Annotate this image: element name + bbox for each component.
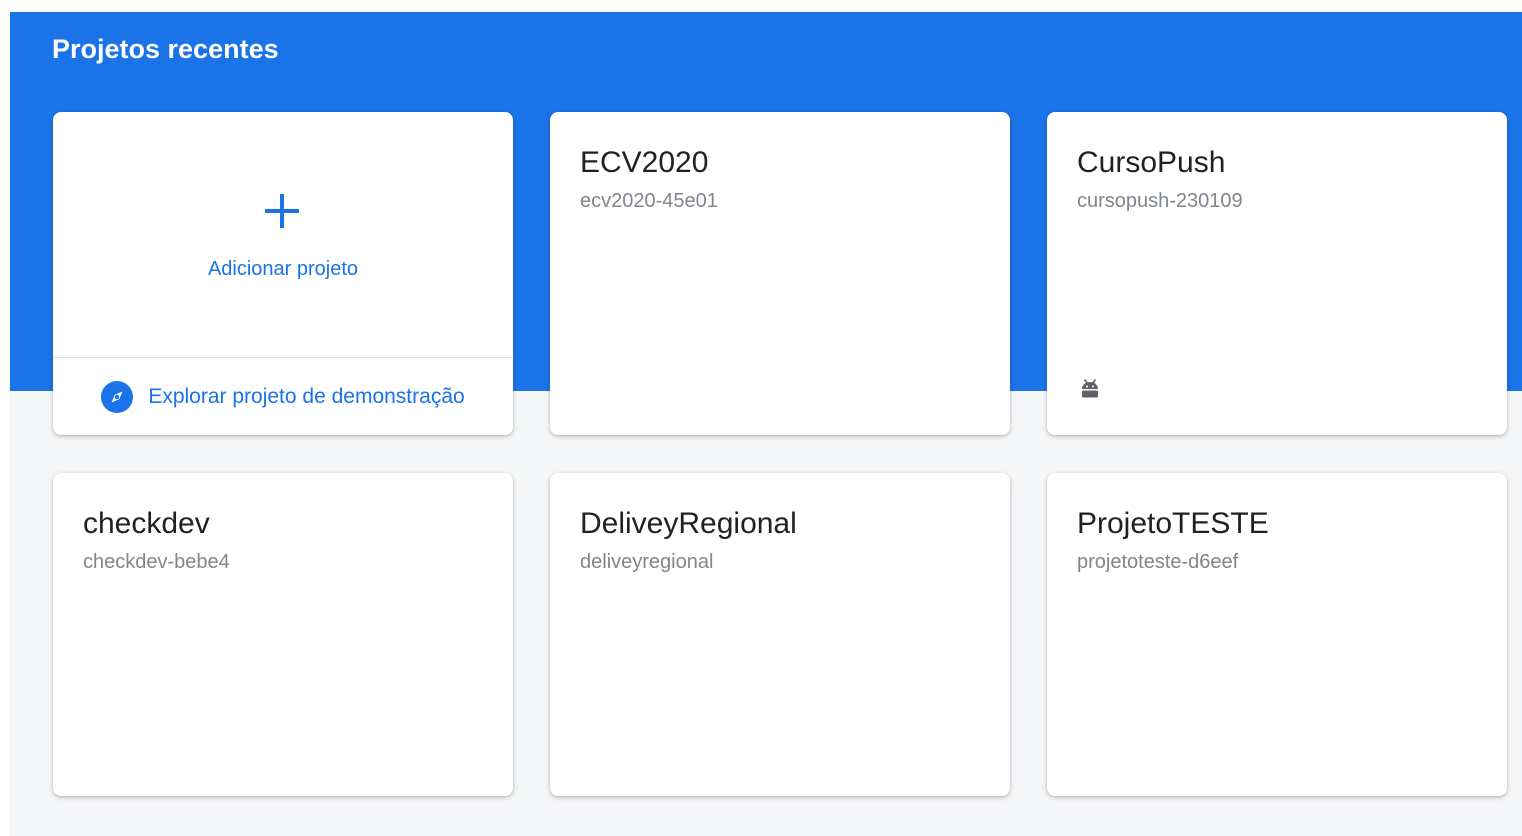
project-id: ecv2020-45e01: [580, 190, 718, 212]
compass-icon: [101, 380, 134, 413]
add-project-card: Adicionar projeto Explorar projeto de de…: [53, 112, 513, 435]
plus-icon: [265, 194, 299, 228]
project-id: projetoteste-d6eef: [1077, 551, 1239, 573]
projects-canvas: Projetos recentes Adicionar projeto Expl…: [10, 12, 1522, 836]
project-id: checkdev-bebe4: [83, 551, 230, 573]
project-card-checkdev[interactable]: checkdev checkdev-bebe4: [53, 473, 513, 796]
project-id: cursopush-230109: [1077, 190, 1243, 212]
project-id: deliveyregional: [580, 551, 714, 573]
project-name: ProjetoTESTE: [1077, 507, 1269, 540]
project-name: DeliveyRegional: [580, 507, 797, 540]
add-project-label: Adicionar projeto: [207, 258, 359, 280]
project-card-cursopush[interactable]: CursoPush cursopush-230109: [1047, 112, 1507, 435]
project-card-ecv2020[interactable]: ECV2020 ecv2020-45e01: [550, 112, 1010, 435]
recent-projects-title: Projetos recentes: [52, 34, 279, 64]
explore-demo-project-link[interactable]: Explorar projeto de demonstração: [53, 358, 513, 435]
project-name: checkdev: [83, 507, 210, 540]
add-project-button[interactable]: Adicionar projeto: [53, 112, 513, 358]
project-card-deliveyregional[interactable]: DeliveyRegional deliveyregional: [550, 473, 1010, 796]
firebase-console-page: Projetos recentes Adicionar projeto Expl…: [0, 0, 1522, 836]
android-icon: [1082, 379, 1098, 398]
project-name: ECV2020: [580, 146, 709, 179]
project-name: CursoPush: [1077, 146, 1226, 179]
project-card-projetoteste[interactable]: ProjetoTESTE projetoteste-d6eef: [1047, 473, 1507, 796]
explore-demo-label: Explorar projeto de demonstração: [148, 384, 465, 408]
